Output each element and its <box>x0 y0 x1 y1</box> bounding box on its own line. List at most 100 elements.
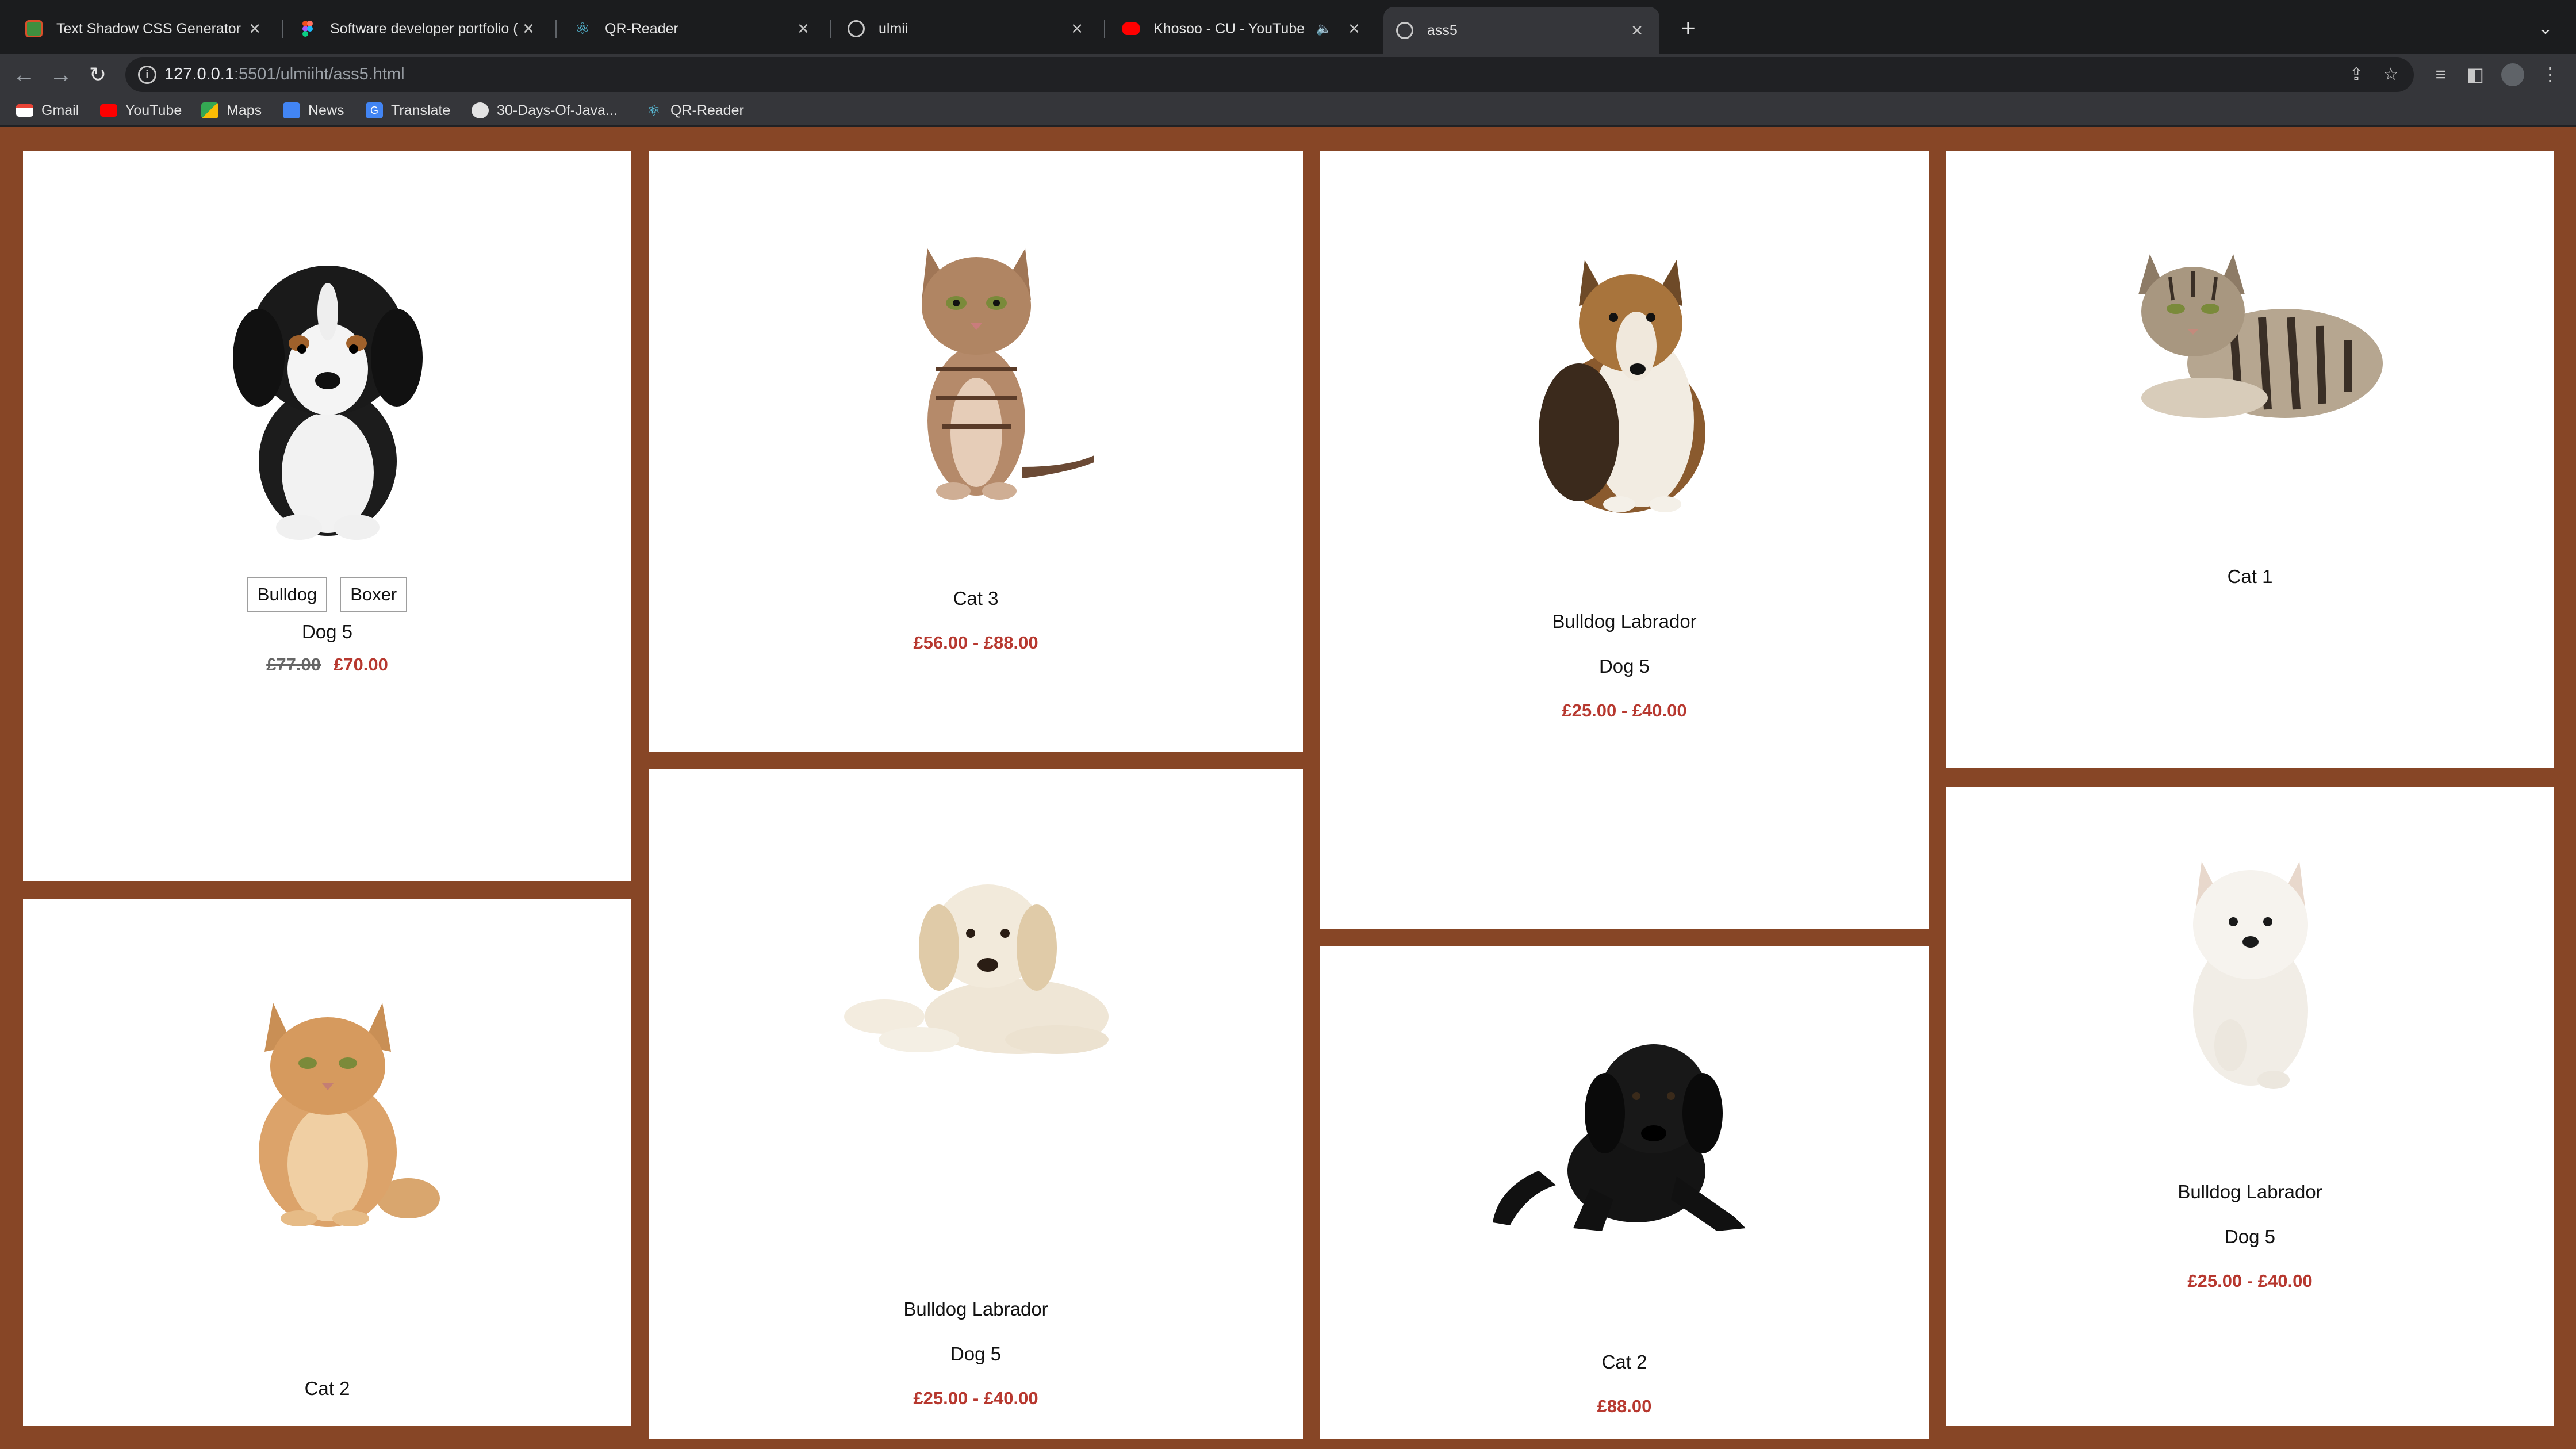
bookmarks-bar: Gmail YouTube Maps News G Translate 30-D… <box>0 94 2576 126</box>
translate-icon: G <box>366 102 383 118</box>
product-card[interactable]: Bulldog Labrador Dog 5 £25.00 - £40.00 <box>1946 787 2554 1426</box>
product-grid: Bulldog Boxer Dog 5 £77.00 £70.00 Cat 3 £… <box>0 126 2576 1449</box>
close-icon[interactable]: × <box>519 18 538 40</box>
product-price: £25.00 - £40.00 <box>2187 1271 2313 1291</box>
tabby-cat-image <box>2138 254 2383 418</box>
reload-icon[interactable]: ↻ <box>82 59 114 91</box>
bookmark-label: Translate <box>391 102 451 118</box>
product-card[interactable]: Cat 1 <box>1946 151 2554 768</box>
globe-icon <box>1396 22 1413 39</box>
product-name: Dog 5 <box>301 621 353 642</box>
product-name: Cat 2 <box>304 1378 350 1399</box>
original-price: £77.00 <box>266 654 321 674</box>
share-icon[interactable]: ⇪ <box>2345 63 2368 86</box>
bookmark-news[interactable]: News <box>283 99 344 122</box>
tab-ass5[interactable]: ass5 × <box>1383 7 1659 54</box>
maps-icon <box>201 102 218 118</box>
bookmark-label: Maps <box>227 102 262 118</box>
tab-title: Text Shadow CSS Generator <box>56 20 241 37</box>
close-icon[interactable]: × <box>793 18 813 40</box>
tab-strip: Text Shadow CSS Generator × Software dev… <box>0 0 2576 54</box>
puppy-image <box>233 266 423 540</box>
reading-list-icon[interactable]: ≡ <box>2428 61 2454 87</box>
golden-puppy-image <box>844 884 1109 1054</box>
product-card[interactable]: Cat 3 £56.00 - £88.00 <box>649 151 1303 752</box>
gmail-icon <box>16 104 33 117</box>
product-card[interactable]: Bulldog Labrador Dog 5 £25.00 - £40.00 <box>649 769 1303 1439</box>
bookmark-label: Gmail <box>41 102 79 118</box>
bookmark-maps[interactable]: Maps <box>201 99 262 122</box>
product-breed: Bulldog Labrador <box>903 1298 1048 1320</box>
url-host: 127.0.0.1 <box>164 65 234 83</box>
tab-divider <box>1104 20 1105 38</box>
github-icon <box>471 102 489 118</box>
black-puppy-image <box>1493 1044 1746 1231</box>
figma-icon <box>299 20 316 37</box>
tab-ulmii[interactable]: ulmii × <box>835 8 1099 49</box>
bookmark-label: YouTube <box>125 102 182 118</box>
site-info-icon[interactable]: i <box>138 66 156 84</box>
product-price: £88.00 <box>1597 1396 1652 1416</box>
product-card[interactable]: Bulldog Boxer Dog 5 £77.00 £70.00 <box>23 151 631 881</box>
bookmark-label: QR-Reader <box>670 102 744 118</box>
bookmark-gmail[interactable]: Gmail <box>16 99 79 122</box>
youtube-icon <box>1122 22 1140 35</box>
product-name: Dog 5 <box>950 1343 1002 1364</box>
tab-title: ass5 <box>1427 22 1458 39</box>
back-arrow-icon[interactable]: ← <box>8 59 40 91</box>
youtube-icon <box>100 104 117 117</box>
product-price: £77.00 £70.00 <box>23 654 631 675</box>
bookmark-youtube[interactable]: YouTube <box>100 99 182 122</box>
react-icon: ⚛ <box>647 102 661 119</box>
profile-avatar[interactable] <box>2501 63 2524 86</box>
address-bar[interactable]: i 127.0.0.1:5501/ulmiiht/ass5.html ⇪ ☆ <box>125 57 2414 92</box>
white-puppy-image <box>2193 861 2308 1089</box>
tab-divider <box>830 20 831 38</box>
variant-bulldog-button[interactable]: Bulldog <box>247 577 328 612</box>
product-breed: Bulldog Labrador <box>1552 611 1697 632</box>
sale-price: £70.00 <box>334 654 388 674</box>
tab-title: Software developer portfolio (C <box>330 20 519 37</box>
navigation-toolbar: ← → ↻ i 127.0.0.1:5501/ulmiiht/ass5.html… <box>0 54 2576 94</box>
bookmark-translate[interactable]: G Translate <box>366 99 450 122</box>
close-icon[interactable]: × <box>1627 20 1647 42</box>
green-square-icon <box>25 20 43 37</box>
close-icon[interactable]: × <box>1067 18 1087 40</box>
speaker-icon[interactable]: 🔈 <box>1316 21 1332 36</box>
bookmark-label: 30-Days-Of-Java... <box>497 102 618 118</box>
url-text[interactable]: 127.0.0.1:5501/ulmiiht/ass5.html <box>164 65 405 84</box>
new-tab-button[interactable]: + <box>1672 13 1704 45</box>
variant-options: Bulldog Boxer <box>23 577 631 612</box>
menu-kebab-icon[interactable]: ⋮ <box>2537 61 2563 87</box>
product-breed: Bulldog Labrador <box>2178 1181 2322 1202</box>
product-card[interactable]: Bulldog Labrador Dog 5 £25.00 - £40.00 <box>1320 151 1929 929</box>
variant-boxer-button[interactable]: Boxer <box>340 577 408 612</box>
tab-title: Khosoo - CU - YouTube <box>1153 20 1305 37</box>
tab-qr-reader[interactable]: ⚛ QR-Reader × <box>561 8 826 49</box>
bookmark-qr-reader[interactable]: ⚛ QR-Reader <box>645 99 744 122</box>
forward-arrow-icon[interactable]: → <box>45 59 77 91</box>
bookmark-star-icon[interactable]: ☆ <box>2379 63 2402 86</box>
product-name: Dog 5 <box>2224 1226 2276 1247</box>
product-card[interactable]: Cat 2 <box>23 899 631 1426</box>
product-name: Dog 5 <box>1598 656 1650 677</box>
product-name: Cat 2 <box>1601 1351 1647 1373</box>
tab-text-shadow[interactable]: Text Shadow CSS Generator × <box>13 8 277 49</box>
product-name: Cat 1 <box>2227 566 2273 587</box>
product-price: £25.00 - £40.00 <box>913 1388 1038 1408</box>
tab-portfolio[interactable]: Software developer portfolio (C × <box>286 8 551 49</box>
tab-divider <box>282 20 283 38</box>
collie-image <box>1539 260 1705 513</box>
product-card[interactable]: Cat 2 £88.00 <box>1320 946 1929 1439</box>
tab-search-chevron-icon[interactable]: ⌄ <box>2531 13 2560 45</box>
url-path: :5501/ulmiiht/ass5.html <box>233 65 405 83</box>
close-icon[interactable]: × <box>1344 18 1364 40</box>
react-icon: ⚛ <box>575 20 590 37</box>
bookmark-github[interactable]: 30-Days-Of-Java... <box>471 99 618 122</box>
tab-youtube[interactable]: Khosoo - CU - YouTube 🔈 × <box>1110 8 1377 49</box>
news-icon <box>283 102 300 118</box>
close-icon[interactable]: × <box>245 18 264 40</box>
globe-icon <box>848 20 865 37</box>
ginger-cat-image <box>259 1003 440 1227</box>
side-panel-icon[interactable]: ◧ <box>2462 61 2489 87</box>
